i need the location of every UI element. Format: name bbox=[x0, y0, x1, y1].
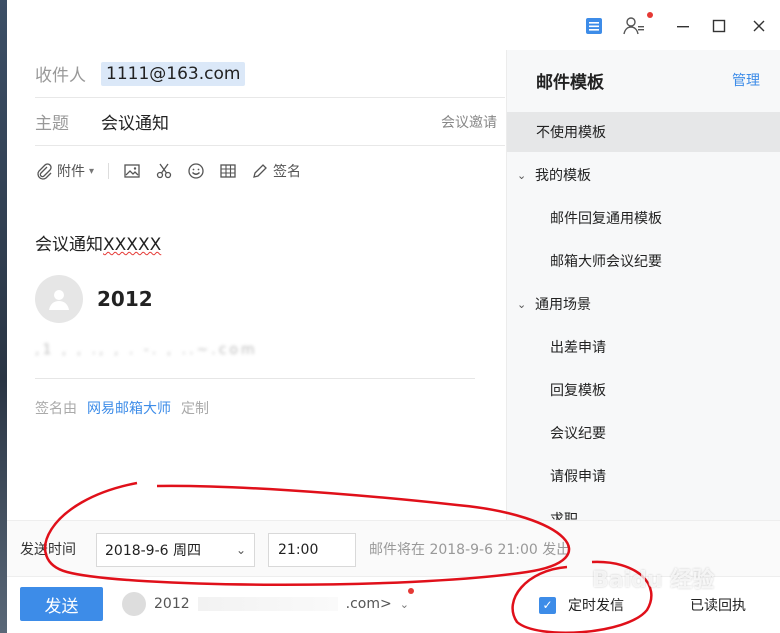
signature-divider bbox=[35, 378, 475, 379]
signature-card: 2012 bbox=[35, 275, 153, 323]
title-bar bbox=[7, 0, 780, 50]
send-time-label: 发送时间 bbox=[20, 541, 76, 558]
chevron-down-icon: ⌄ bbox=[235, 543, 246, 557]
screenshot-button[interactable] bbox=[155, 162, 173, 180]
template-panel-title: 邮件模板 bbox=[536, 73, 604, 93]
scheduled-send-label: 定时发信 bbox=[568, 598, 624, 614]
template-item-label: 请假申请 bbox=[550, 469, 606, 485]
person-icon bbox=[49, 290, 69, 310]
send-date-select[interactable]: 2018-9-6 周四 ⌄ bbox=[96, 533, 255, 567]
attach-button[interactable]: 附件 ▾ bbox=[35, 161, 94, 181]
send-time-value: 21:00 bbox=[278, 542, 319, 558]
template-item[interactable]: 邮箱大师会议纪要 bbox=[507, 241, 780, 281]
template-panel: 邮件模板 管理 不使用模板 ⌄ 我的模板邮件回复通用模板 邮箱大师会议纪要 ⌄ 通用场景出… bbox=[506, 50, 780, 520]
maximize-icon[interactable] bbox=[707, 14, 731, 38]
template-item-label: 邮件回复通用模板 bbox=[550, 211, 662, 227]
template-item[interactable]: 回复模板 bbox=[507, 370, 780, 410]
to-row: 收件人 1111@163.com bbox=[35, 50, 505, 98]
template-item-label: 会议纪要 bbox=[550, 426, 606, 442]
contacts-icon[interactable] bbox=[622, 14, 646, 38]
signature-label: 签名 bbox=[273, 164, 302, 180]
body-text-main: 会议通知 bbox=[35, 235, 103, 255]
template-item-label: 我的模板 bbox=[535, 168, 591, 184]
template-item[interactable]: 请假申请 bbox=[507, 456, 780, 496]
compose-window: 收件人 1111@163.com 主题 会议通知 会议邀请 附件 ▾ 签名 会议… bbox=[7, 0, 780, 633]
signature-footer-prefix: 签名由 bbox=[35, 401, 77, 417]
attach-label: 附件 bbox=[57, 164, 85, 180]
pen-icon bbox=[253, 164, 267, 178]
chevron-down-icon: ⌄ bbox=[517, 297, 527, 311]
chevron-down-icon: ▾ bbox=[89, 165, 95, 177]
emoji-button[interactable] bbox=[187, 162, 205, 180]
signature-name: 2012 bbox=[97, 287, 153, 311]
send-button[interactable]: 发送 bbox=[20, 587, 103, 621]
template-item[interactable]: 求职 bbox=[507, 499, 780, 520]
template-item[interactable]: 出差申请 bbox=[507, 327, 780, 367]
sender-avatar bbox=[122, 592, 146, 616]
template-group[interactable]: ⌄ 我的模板 bbox=[507, 155, 780, 195]
template-item[interactable]: 不使用模板 bbox=[507, 112, 780, 152]
to-label: 收件人 bbox=[35, 66, 86, 86]
signature-button[interactable]: 签名 bbox=[251, 161, 301, 181]
sender-name-prefix: 2012 bbox=[154, 596, 190, 612]
editor-toolbar: 附件 ▾ 签名 bbox=[35, 158, 301, 184]
recipient-chip[interactable]: 1111@163.com bbox=[101, 61, 246, 86]
table-icon bbox=[220, 164, 236, 178]
template-item-label: 不使用模板 bbox=[536, 125, 606, 141]
compose-area: 收件人 1111@163.com 主题 会议通知 会议邀请 附件 ▾ 签名 会议… bbox=[7, 50, 506, 520]
signature-email-blurred: ,1 , , ., , . -. , ..~.com bbox=[35, 342, 258, 358]
body-text-placeholder: XXXXX bbox=[103, 235, 162, 255]
scheduled-send-checkbox[interactable]: ✓ bbox=[539, 596, 556, 614]
close-icon[interactable] bbox=[747, 14, 771, 38]
template-item-label: 邮箱大师会议纪要 bbox=[550, 254, 662, 270]
send-schedule-note: 邮件将在 2018-9-6 21:00 发出 bbox=[369, 541, 571, 558]
subject-input[interactable]: 会议通知 bbox=[101, 109, 169, 134]
desktop-background bbox=[0, 0, 7, 633]
template-panel-icon[interactable] bbox=[582, 14, 606, 38]
signature-footer: 签名由 网易邮箱大师 定制 bbox=[35, 398, 209, 418]
table-button[interactable] bbox=[219, 162, 237, 180]
scissors-icon bbox=[156, 163, 172, 179]
sender-address-suffix: .com> bbox=[345, 596, 392, 612]
watermark: Baidu 经验 bbox=[592, 568, 715, 593]
template-manage-link[interactable]: 管理 bbox=[732, 70, 760, 90]
template-item-label: 通用场景 bbox=[535, 297, 591, 313]
template-item-label: 回复模板 bbox=[550, 383, 606, 399]
sender-address-redacted bbox=[197, 597, 338, 611]
smiley-icon bbox=[188, 163, 204, 179]
sender-notification-dot bbox=[408, 588, 414, 594]
notification-dot bbox=[647, 12, 653, 18]
signature-customize-link[interactable]: 定制 bbox=[181, 398, 209, 418]
template-item-label: 出差申请 bbox=[550, 340, 606, 356]
paperclip-icon bbox=[37, 163, 52, 180]
toolbar-divider bbox=[108, 163, 110, 179]
avatar bbox=[35, 275, 83, 323]
read-receipt-toggle[interactable]: 已读回执 bbox=[690, 595, 746, 615]
template-item-label: 求职 bbox=[550, 512, 578, 520]
insert-image-button[interactable] bbox=[123, 162, 141, 180]
signature-brand-link[interactable]: 网易邮箱大师 bbox=[87, 398, 171, 418]
minimize-icon[interactable] bbox=[671, 14, 695, 38]
template-item[interactable]: 邮件回复通用模板 bbox=[507, 198, 780, 238]
chevron-down-icon: ⌄ bbox=[399, 597, 409, 611]
send-date-value: 2018-9-6 周四 bbox=[105, 543, 201, 559]
subject-label: 主题 bbox=[35, 114, 69, 134]
subject-row: 主题 会议通知 会议邀请 bbox=[35, 98, 505, 146]
send-time-input[interactable]: 21:00 bbox=[268, 533, 356, 567]
image-icon bbox=[124, 164, 140, 178]
meeting-invite-link[interactable]: 会议邀请 bbox=[441, 112, 497, 132]
chevron-down-icon: ⌄ bbox=[517, 168, 527, 182]
template-group[interactable]: ⌄ 通用场景 bbox=[507, 284, 780, 324]
sender-select[interactable]: 2012 .com> ⌄ bbox=[122, 592, 409, 616]
scheduled-send-toggle[interactable]: ✓ 定时发信 bbox=[539, 595, 624, 615]
template-item[interactable]: 会议纪要 bbox=[507, 413, 780, 453]
email-body[interactable]: 会议通知XXXXX bbox=[35, 230, 161, 255]
